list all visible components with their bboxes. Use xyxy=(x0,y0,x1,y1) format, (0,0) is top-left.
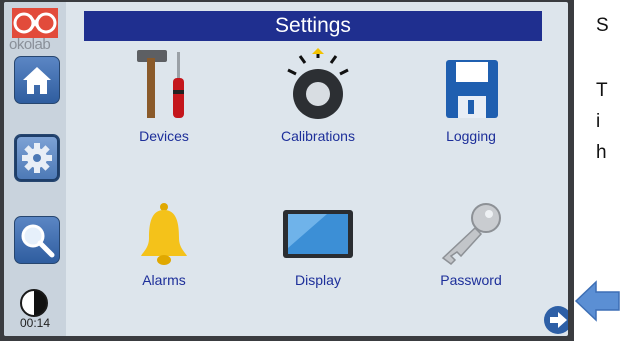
device-photo: okolab 00:14 Settings Devices Calibratio… xyxy=(0,0,574,341)
item-label: Devices xyxy=(139,128,189,144)
annotation-arrow-icon xyxy=(574,280,620,322)
logo-text: okolab xyxy=(9,36,51,53)
password-button[interactable]: Password xyxy=(406,198,536,288)
contrast-icon[interactable] xyxy=(20,289,48,317)
side-text-line: i xyxy=(596,111,601,132)
item-label: Calibrations xyxy=(281,128,355,144)
gear-icon xyxy=(22,143,52,173)
timer-display: 00:14 xyxy=(19,316,51,330)
search-icon xyxy=(21,224,55,258)
devices-button[interactable]: Devices xyxy=(99,44,229,144)
dial-icon xyxy=(287,48,349,119)
bell-icon xyxy=(141,203,187,265)
sidebar: okolab 00:14 xyxy=(4,2,66,336)
display-button[interactable]: Display xyxy=(253,198,383,288)
item-label: Password xyxy=(440,272,502,288)
logging-button[interactable]: Logging xyxy=(406,44,536,144)
item-label: Alarms xyxy=(142,272,186,288)
tablet-icon xyxy=(283,210,353,258)
item-label: Logging xyxy=(446,128,496,144)
search-button[interactable] xyxy=(14,216,60,264)
home-icon xyxy=(23,67,51,94)
key-icon xyxy=(441,203,501,265)
item-label: Display xyxy=(295,272,341,288)
next-page-button[interactable] xyxy=(544,306,568,334)
calibrations-button[interactable]: Calibrations xyxy=(253,44,383,144)
side-text-line: h xyxy=(596,142,607,163)
settings-button[interactable] xyxy=(14,134,60,182)
arrow-right-icon xyxy=(550,312,567,328)
side-text-line: T xyxy=(596,80,608,101)
side-text-line: S xyxy=(596,15,609,36)
floppy-disk-icon xyxy=(446,60,498,118)
home-button[interactable] xyxy=(14,56,60,104)
page-title: Settings xyxy=(84,11,542,41)
alarms-button[interactable]: Alarms xyxy=(99,198,229,288)
touch-screen: okolab 00:14 Settings Devices Calibratio… xyxy=(4,2,568,336)
tools-icon xyxy=(137,50,184,118)
